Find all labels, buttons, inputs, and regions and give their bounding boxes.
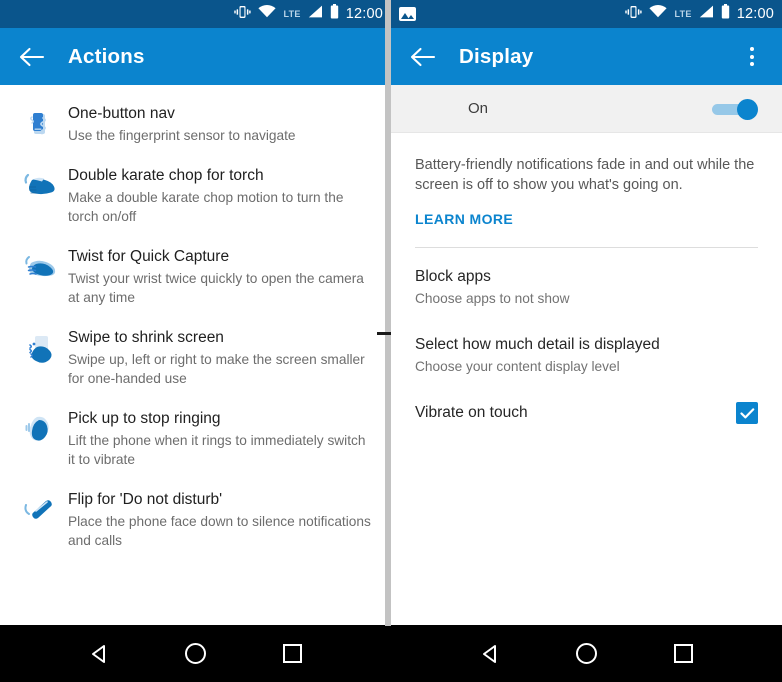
swipe-shrink-icon (14, 327, 66, 367)
screenshot-icon (399, 7, 416, 21)
status-bar-system-icons: LTE 12:00 (625, 4, 774, 24)
navigation-bar (391, 625, 782, 682)
battery-icon (330, 4, 339, 24)
switch-knob (737, 98, 758, 120)
settings-row-title: Block apps (415, 268, 491, 285)
lte-label: LTE (283, 9, 301, 19)
status-bar-system-icons: LTE 12:00 (234, 4, 383, 24)
list-item-subtitle: Lift the phone when it rings to immediat… (68, 433, 366, 467)
battery-icon (721, 4, 730, 24)
list-item-title: Double karate chop for torch (68, 167, 264, 184)
list-item[interactable]: One-button nav Use the fingerprint senso… (0, 93, 391, 155)
right-phone-screen: LTE 12:00 Display On Battery-friendly no… (391, 0, 782, 682)
list-item-subtitle: Place the phone face down to silence not… (68, 514, 371, 548)
back-arrow-icon[interactable] (14, 39, 50, 75)
lte-label: LTE (674, 9, 692, 19)
description-block: Battery-friendly notifications fade in a… (391, 133, 782, 229)
list-item-text: Flip for 'Do not disturb' Place the phon… (66, 489, 375, 550)
wifi-icon (258, 5, 277, 23)
settings-row-title: Select how much detail is displayed (415, 336, 660, 353)
actions-list-content[interactable]: One-button nav Use the fingerprint senso… (0, 85, 391, 625)
screen-scrollbar-thumb[interactable] (377, 332, 391, 335)
list-item-text: Pick up to stop ringing Lift the phone w… (66, 408, 375, 469)
page-title: Display (459, 44, 534, 68)
nav-back-icon[interactable] (468, 632, 512, 676)
status-bar-clock: 12:00 (345, 6, 383, 22)
vibrate-icon (625, 5, 643, 24)
karate-chop-icon (14, 165, 66, 201)
twist-wrist-icon (14, 246, 66, 282)
flip-phone-icon (14, 489, 66, 525)
signal-icon (699, 5, 714, 23)
list-item-text: One-button nav Use the fingerprint senso… (66, 103, 375, 145)
wifi-icon (649, 5, 668, 23)
dual-screenshot-container: LTE 12:00 Actions One-button nav Use the… (0, 0, 782, 682)
nav-home-icon[interactable] (174, 632, 218, 676)
vibrate-on-touch-checkbox[interactable] (736, 402, 758, 424)
status-bar-clock: 12:00 (736, 6, 774, 22)
list-item-subtitle: Twist your wrist twice quickly to open t… (68, 271, 364, 305)
list-item[interactable]: Flip for 'Do not disturb' Place the phon… (0, 479, 391, 560)
list-item-text: Swipe to shrink screen Swipe up, left or… (66, 327, 375, 388)
settings-row-vibrate-on-touch[interactable]: Vibrate on touch (391, 376, 782, 424)
actions-list: One-button nav Use the fingerprint senso… (0, 85, 391, 560)
status-bar: LTE 12:00 (391, 0, 782, 28)
master-toggle-label: On (468, 100, 489, 117)
list-item-title: Swipe to shrink screen (68, 329, 224, 346)
master-toggle-row[interactable]: On (391, 85, 782, 133)
status-bar: LTE 12:00 (0, 0, 391, 28)
settings-row-detail-level[interactable]: Select how much detail is displayed Choo… (391, 308, 782, 376)
list-item[interactable]: Swipe to shrink screen Swipe up, left or… (0, 317, 391, 398)
display-settings-content: On Battery-friendly notifications fade i… (391, 85, 782, 625)
page-title: Actions (68, 44, 145, 68)
signal-icon (308, 5, 323, 23)
pick-up-phone-icon (14, 408, 66, 446)
list-item-text: Twist for Quick Capture Twist your wrist… (66, 246, 375, 307)
master-toggle-switch[interactable] (712, 98, 758, 120)
list-item[interactable]: Double karate chop for torch Make a doub… (0, 155, 391, 236)
list-item-subtitle: Make a double karate chop motion to turn… (68, 190, 344, 224)
navigation-bar (0, 625, 391, 682)
list-item[interactable]: Twist for Quick Capture Twist your wrist… (0, 236, 391, 317)
description-text: Battery-friendly notifications fade in a… (415, 157, 755, 193)
settings-row-title: Vibrate on touch (415, 404, 528, 421)
list-item-title: Twist for Quick Capture (68, 248, 230, 265)
one-button-nav-icon (14, 103, 66, 143)
settings-row-subtitle: Choose apps to not show (415, 291, 570, 306)
app-bar: Display (391, 28, 782, 85)
list-item-title: One-button nav (68, 105, 175, 122)
vibrate-icon (234, 5, 252, 24)
overflow-menu-icon[interactable] (736, 39, 768, 75)
left-phone-screen: LTE 12:00 Actions One-button nav Use the… (0, 0, 391, 682)
list-item-subtitle: Use the fingerprint sensor to navigate (68, 128, 296, 143)
list-item[interactable]: Pick up to stop ringing Lift the phone w… (0, 398, 391, 479)
list-item-subtitle: Swipe up, left or right to make the scre… (68, 352, 365, 386)
back-arrow-icon[interactable] (405, 39, 441, 75)
list-item-text: Double karate chop for torch Make a doub… (66, 165, 375, 226)
settings-row-block-apps[interactable]: Block apps Choose apps to not show (391, 248, 782, 308)
nav-back-icon[interactable] (77, 632, 121, 676)
nav-home-icon[interactable] (565, 632, 609, 676)
nav-recents-icon[interactable] (271, 632, 315, 676)
learn-more-link[interactable]: LEARN MORE (415, 211, 513, 227)
settings-row-subtitle: Choose your content display level (415, 359, 620, 374)
nav-recents-icon[interactable] (662, 632, 706, 676)
app-bar: Actions (0, 28, 391, 85)
list-item-title: Flip for 'Do not disturb' (68, 491, 223, 508)
list-item-title: Pick up to stop ringing (68, 410, 221, 427)
status-bar-notifications (399, 7, 625, 21)
